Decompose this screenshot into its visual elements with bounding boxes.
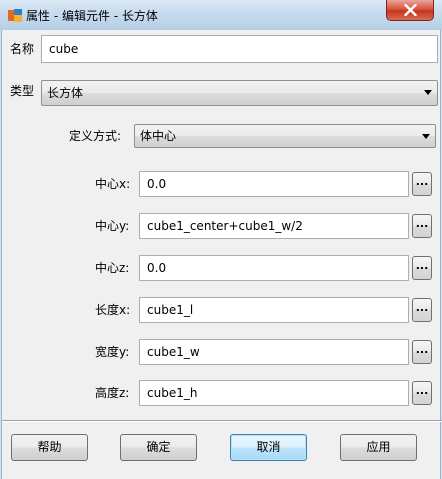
center-x-label: 中心x:: [95, 177, 131, 191]
definition-label: 定义方式:: [69, 129, 122, 143]
app-icon: [8, 9, 22, 22]
dialog-body: 名称 cube 类型 长方体 定义方式: 体中心 中心x: 0.0 ... 中心…: [1, 30, 442, 479]
type-select-value: 长方体: [47, 86, 84, 100]
type-select[interactable]: 长方体: [41, 80, 438, 106]
length-x-label: 长度x:: [95, 303, 131, 317]
center-z-browse-button[interactable]: ...: [412, 256, 432, 280]
center-y-label: 中心y:: [95, 219, 130, 233]
definition-select-value: 体中心: [140, 129, 177, 143]
center-x-browse-button[interactable]: ...: [412, 172, 432, 196]
apply-button[interactable]: 应用: [340, 434, 417, 461]
height-z-browse-button[interactable]: ...: [412, 381, 432, 405]
name-input[interactable]: cube: [41, 35, 438, 63]
divider-highlight: [2, 421, 442, 422]
center-z-input[interactable]: 0.0: [139, 255, 409, 281]
cancel-button[interactable]: 取消: [230, 434, 307, 461]
height-z-input[interactable]: cube1_h: [139, 380, 409, 406]
close-icon: [404, 4, 417, 16]
help-button[interactable]: 帮助: [11, 434, 88, 461]
width-y-label: 宽度y:: [95, 345, 130, 359]
window-title: 属性 - 编辑元件 - 长方体: [26, 9, 158, 23]
definition-select[interactable]: 体中心: [134, 124, 436, 148]
center-z-label: 中心z:: [95, 261, 130, 275]
chevron-down-icon: [424, 90, 432, 95]
center-x-input[interactable]: 0.0: [139, 171, 409, 197]
height-z-label: 高度z:: [95, 386, 130, 400]
length-x-input[interactable]: cube1_l: [139, 297, 409, 323]
width-y-input[interactable]: cube1_w: [139, 339, 409, 365]
center-y-input[interactable]: cube1_center+cube1_w/2: [139, 213, 409, 239]
ok-button[interactable]: 确定: [120, 434, 197, 461]
center-y-browse-button[interactable]: ...: [412, 214, 432, 238]
title-bar: 属性 - 编辑元件 - 长方体: [0, 0, 442, 30]
type-label: 类型: [10, 84, 35, 98]
name-label: 名称: [10, 42, 35, 56]
length-x-browse-button[interactable]: ...: [412, 298, 432, 322]
chevron-down-icon: [422, 134, 430, 139]
close-button[interactable]: [386, 0, 434, 21]
width-y-browse-button[interactable]: ...: [412, 340, 432, 364]
